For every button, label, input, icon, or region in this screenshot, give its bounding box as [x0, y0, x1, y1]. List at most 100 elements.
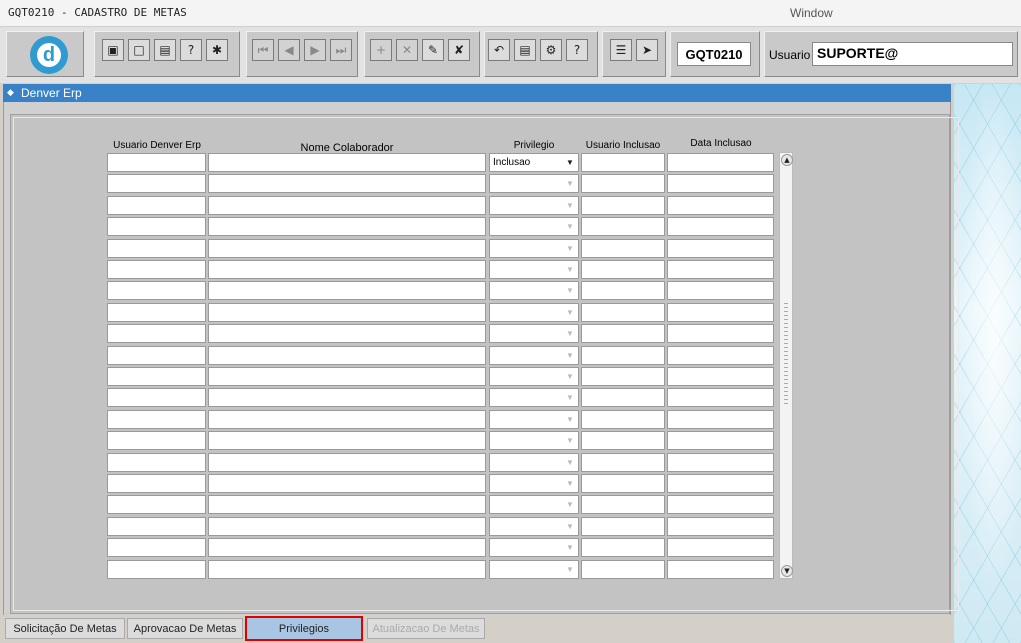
usuario-inclusao-cell[interactable]	[581, 324, 665, 343]
usuario-inclusao-cell[interactable]	[581, 367, 665, 386]
usuario-cell[interactable]	[107, 196, 206, 215]
chevron-down-icon[interactable]: ▼	[564, 541, 576, 554]
next-record-icon[interactable]: ▶	[304, 39, 326, 61]
insert-record-icon[interactable]: +	[370, 39, 392, 61]
exit-icon[interactable]: ➤	[636, 39, 658, 61]
last-record-icon[interactable]: ⏭	[330, 39, 352, 61]
usuario-cell[interactable]	[107, 153, 206, 172]
tab-solicitacao-de-metas[interactable]: Solicitação De Metas	[5, 618, 125, 639]
data-inclusao-cell[interactable]	[667, 388, 774, 407]
usuario-cell[interactable]	[107, 260, 206, 279]
usuario-cell[interactable]	[107, 346, 206, 365]
usuario-inclusao-cell[interactable]	[581, 474, 665, 493]
chevron-down-icon[interactable]: ▼	[564, 284, 576, 297]
nome-colaborador-cell[interactable]	[208, 217, 486, 236]
usuario-cell[interactable]	[107, 410, 206, 429]
usuario-inclusao-cell[interactable]	[581, 495, 665, 514]
privilegio-select[interactable]: ▼	[489, 495, 579, 514]
chevron-down-icon[interactable]: ▼	[564, 477, 576, 490]
usuario-inclusao-cell[interactable]	[581, 217, 665, 236]
clear-record-icon[interactable]: ✘	[448, 39, 470, 61]
nome-colaborador-cell[interactable]	[208, 495, 486, 514]
usuario-cell[interactable]	[107, 453, 206, 472]
usuario-inclusao-cell[interactable]	[581, 196, 665, 215]
chevron-down-icon[interactable]: ▼	[564, 177, 576, 190]
data-inclusao-cell[interactable]	[667, 367, 774, 386]
usuario-cell[interactable]	[107, 560, 206, 579]
chevron-down-icon[interactable]: ▼	[564, 391, 576, 404]
tools-icon[interactable]: ⚙	[540, 39, 562, 61]
data-inclusao-cell[interactable]	[667, 474, 774, 493]
nome-colaborador-cell[interactable]	[208, 346, 486, 365]
chevron-down-icon[interactable]: ▼	[564, 498, 576, 511]
privilegio-select[interactable]: ▼	[489, 260, 579, 279]
window-menu[interactable]: Window	[790, 6, 833, 20]
nome-colaborador-cell[interactable]	[208, 560, 486, 579]
privilegio-select[interactable]: ▼	[489, 281, 579, 300]
usuario-cell[interactable]	[107, 281, 206, 300]
data-inclusao-cell[interactable]	[667, 239, 774, 258]
privilegio-select[interactable]: ▼	[489, 174, 579, 193]
nome-colaborador-cell[interactable]	[208, 239, 486, 258]
data-inclusao-cell[interactable]	[667, 196, 774, 215]
print-icon[interactable]: ▤	[154, 39, 176, 61]
data-inclusao-cell[interactable]	[667, 453, 774, 472]
data-inclusao-cell[interactable]	[667, 281, 774, 300]
query-help-icon[interactable]: ?	[180, 39, 202, 61]
privilegio-select[interactable]: ▼	[489, 324, 579, 343]
data-inclusao-cell[interactable]	[667, 260, 774, 279]
usuario-inclusao-cell[interactable]	[581, 260, 665, 279]
usuario-cell[interactable]	[107, 239, 206, 258]
privilegio-select[interactable]: ▼	[489, 410, 579, 429]
usuario-inclusao-cell[interactable]	[581, 388, 665, 407]
scroll-down-icon[interactable]: ▼	[781, 565, 793, 577]
privilegio-select[interactable]: ▼	[489, 367, 579, 386]
usuario-inclusao-cell[interactable]	[581, 303, 665, 322]
data-inclusao-cell[interactable]	[667, 538, 774, 557]
scroll-grip[interactable]	[784, 303, 788, 407]
delete-record-icon[interactable]: ✕	[396, 39, 418, 61]
privilegio-select[interactable]: ▼	[489, 388, 579, 407]
data-inclusao-cell[interactable]	[667, 174, 774, 193]
nome-colaborador-cell[interactable]	[208, 474, 486, 493]
privilegio-select[interactable]: Inclusao ▼	[489, 153, 579, 172]
usuario-cell[interactable]	[107, 388, 206, 407]
usuario-cell[interactable]	[107, 431, 206, 450]
usuario-cell[interactable]	[107, 367, 206, 386]
previous-record-icon[interactable]: ◀	[278, 39, 300, 61]
usuario-cell[interactable]	[107, 324, 206, 343]
nome-colaborador-cell[interactable]	[208, 260, 486, 279]
data-inclusao-cell[interactable]	[667, 324, 774, 343]
execute-query-icon[interactable]: ✱	[206, 39, 228, 61]
chevron-down-icon[interactable]: ▼	[564, 520, 576, 533]
privilegio-select[interactable]: ▼	[489, 346, 579, 365]
privilegio-select[interactable]: ▼	[489, 303, 579, 322]
chevron-down-icon[interactable]: ▼	[564, 413, 576, 426]
scroll-up-icon[interactable]: ▲	[781, 154, 793, 166]
data-inclusao-cell[interactable]	[667, 410, 774, 429]
nome-colaborador-cell[interactable]	[208, 324, 486, 343]
chevron-down-icon[interactable]: ▼	[564, 456, 576, 469]
data-inclusao-cell[interactable]	[667, 560, 774, 579]
usuario-cell[interactable]	[107, 474, 206, 493]
privilegio-select[interactable]: ▼	[489, 453, 579, 472]
chevron-down-icon[interactable]: ▼	[564, 242, 576, 255]
privilegio-select[interactable]: ▼	[489, 196, 579, 215]
help-icon[interactable]: ?	[566, 39, 588, 61]
privilegio-select[interactable]: ▼	[489, 217, 579, 236]
usuario-inclusao-cell[interactable]	[581, 174, 665, 193]
grid-scrollbar[interactable]: ▲ ▼	[779, 152, 793, 579]
nome-colaborador-cell[interactable]	[208, 196, 486, 215]
data-inclusao-cell[interactable]	[667, 495, 774, 514]
usuario-inclusao-cell[interactable]	[581, 560, 665, 579]
data-inclusao-cell[interactable]	[667, 153, 774, 172]
edit-record-icon[interactable]: ✎	[422, 39, 444, 61]
usuario-inclusao-cell[interactable]	[581, 517, 665, 536]
chevron-down-icon[interactable]: ▼	[564, 349, 576, 362]
nome-colaborador-cell[interactable]	[208, 367, 486, 386]
usuario-cell[interactable]	[107, 217, 206, 236]
nome-colaborador-cell[interactable]	[208, 538, 486, 557]
chevron-down-icon[interactable]: ▼	[564, 563, 576, 576]
usuario-cell[interactable]	[107, 495, 206, 514]
data-inclusao-cell[interactable]	[667, 431, 774, 450]
